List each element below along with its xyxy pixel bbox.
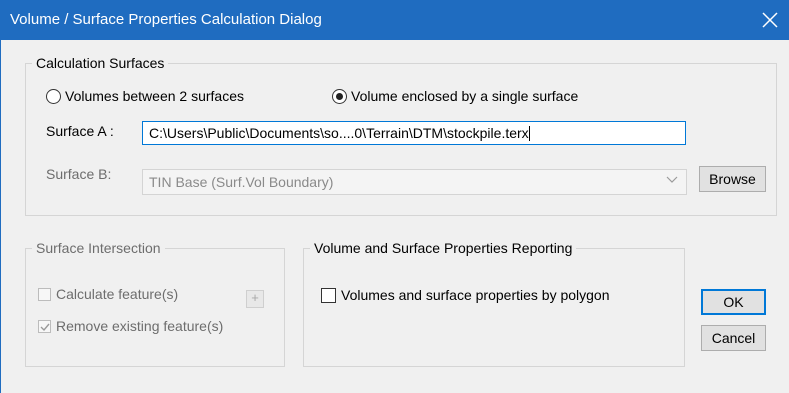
calculate-features-checkbox[interactable]: Calculate feature(s) — [38, 285, 178, 303]
surface-a-label: Surface A : — [46, 123, 114, 139]
dialog-body: Calculation Surfaces Volumes between 2 s… — [0, 40, 789, 393]
surface-a-input[interactable]: C:\Users\Public\Documents\so....0\Terrai… — [142, 121, 686, 145]
radio-single-label: Volume enclosed by a single surface — [351, 88, 579, 104]
checkbox-empty-icon — [38, 287, 51, 301]
surface-b-label: Surface B: — [46, 166, 112, 182]
window-title: Volume / Surface Properties Calculation … — [10, 11, 322, 28]
check-icon — [40, 323, 50, 331]
browse-button[interactable]: Browse — [699, 166, 766, 192]
surface-a-value: C:\Users\Public\Documents\so....0\Terrai… — [149, 125, 529, 141]
calculate-features-label: Calculate feature(s) — [56, 286, 179, 302]
checkbox-checked-icon — [38, 319, 51, 333]
close-icon — [762, 12, 778, 28]
title-bar: Volume / Surface Properties Calculation … — [0, 0, 789, 40]
cancel-button[interactable]: Cancel — [701, 325, 766, 351]
ok-button-label: OK — [723, 294, 744, 310]
reporting-group: Volume and Surface Properties Reporting — [303, 239, 685, 367]
remove-existing-features-checkbox[interactable]: Remove existing feature(s) — [38, 317, 223, 335]
calculation-surfaces-title: Calculation Surfaces — [32, 54, 169, 72]
radio-two-label: Volumes between 2 surfaces — [65, 88, 244, 104]
surface-intersection-title: Surface Intersection — [32, 239, 165, 257]
plus-icon: + — [251, 290, 259, 305]
radio-volume-single-surface[interactable]: Volume enclosed by a single surface — [332, 87, 578, 105]
radio-selected-icon — [332, 88, 347, 104]
remove-existing-features-label: Remove existing feature(s) — [56, 318, 224, 334]
cancel-button-label: Cancel — [711, 330, 756, 346]
by-polygon-label: Volumes and surface properties by polygo… — [341, 287, 610, 303]
checkbox-empty-icon — [321, 287, 336, 303]
add-feature-button[interactable]: + — [246, 290, 264, 308]
radio-circle-icon — [46, 88, 61, 104]
surface-b-dropdown[interactable]: TIN Base (Surf.Vol Boundary) — [142, 169, 687, 195]
surface-b-value: TIN Base (Surf.Vol Boundary) — [149, 174, 334, 190]
radio-volumes-between-2-surfaces[interactable]: Volumes between 2 surfaces — [46, 87, 244, 105]
ok-button[interactable]: OK — [701, 289, 766, 315]
by-polygon-checkbox[interactable]: Volumes and surface properties by polygo… — [321, 286, 610, 304]
close-button[interactable] — [749, 0, 789, 40]
browse-button-label: Browse — [709, 171, 756, 187]
reporting-title: Volume and Surface Properties Reporting — [310, 239, 577, 257]
chevron-down-icon — [666, 176, 678, 183]
